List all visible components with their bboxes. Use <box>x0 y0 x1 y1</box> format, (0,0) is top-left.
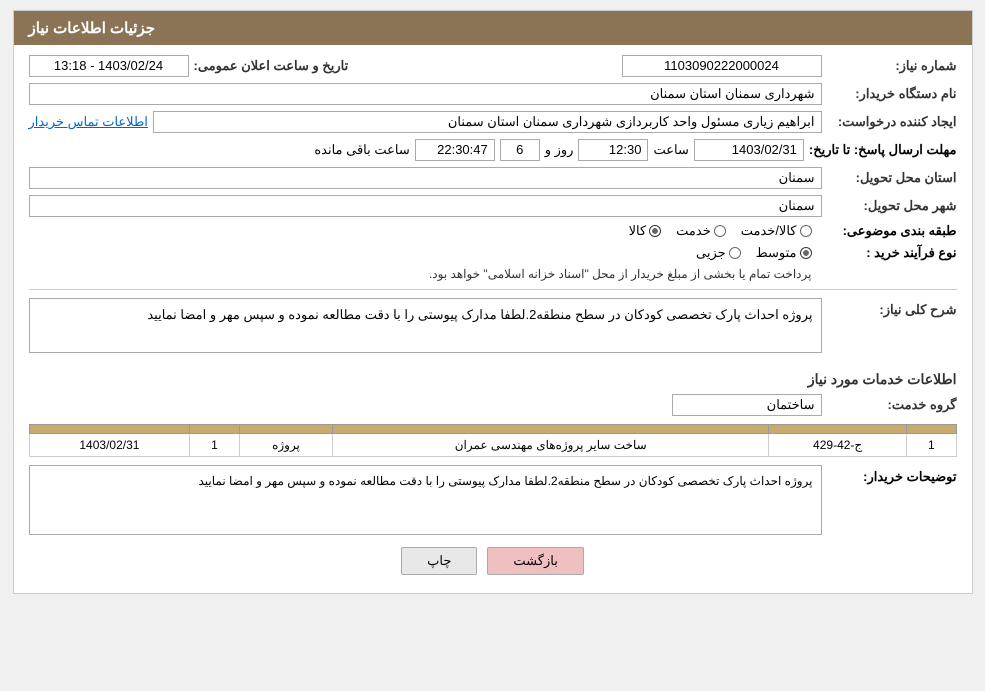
buyer-org-row: نام دستگاه خریدار: شهرداری سمنان استان س… <box>29 83 957 105</box>
purchase-type-option-motavasset-label: متوسط <box>756 245 797 261</box>
purchase-type-option-motavasset[interactable]: متوسط <box>756 245 812 261</box>
purchase-note: پرداخت تمام یا بخشی از مبلغ خریدار از مح… <box>29 267 812 281</box>
col-date <box>29 425 190 434</box>
service-group-value: ساختمان <box>672 394 822 416</box>
category-option-khedmat-label: خدمت <box>676 223 711 239</box>
city-label: شهر محل تحویل: <box>827 198 957 214</box>
deadline-remaining: 22:30:47 <box>415 139 495 161</box>
category-option-kala-khedmat-label: کالا/خدمت <box>741 223 797 239</box>
col-service-code <box>769 425 907 434</box>
deadline-time-label: ساعت <box>653 142 688 158</box>
buyer-notes-value: پروژه احداث پارک تخصصی کودکان در سطح منط… <box>29 465 822 535</box>
service-group-label: گروه خدمت: <box>827 397 957 413</box>
services-title: اطلاعات خدمات مورد نیاز <box>29 371 957 388</box>
city-row: شهر محل تحویل: سمنان <box>29 195 957 217</box>
deadline-days-label: روز و <box>545 142 574 158</box>
general-description-row: شرح کلی نیاز: پروژه احداث پارک تخصصی کود… <box>29 298 957 361</box>
purchase-type-label: نوع فرآیند خرید : <box>827 245 957 261</box>
cell-date: 1403/02/31 <box>29 434 190 457</box>
announcement-time-value: 1403/02/24 - 13:18 <box>29 55 189 77</box>
announcement-time-label: تاریخ و ساعت اعلان عمومی: <box>194 58 349 74</box>
services-table-container: 1ج-42-429ساخت سایر پروژه‌های مهندسی عمرا… <box>29 424 957 457</box>
deadline-time: 12:30 <box>578 139 648 161</box>
deadline-remaining-label: ساعت باقی مانده <box>314 142 409 158</box>
province-row: استان محل تحویل: سمنان <box>29 167 957 189</box>
category-label: طبقه بندی موضوعی: <box>827 223 957 239</box>
divider-1 <box>29 289 957 290</box>
col-count <box>190 425 239 434</box>
category-row: طبقه بندی موضوعی: کالا/خدمت خدمت کالا <box>29 223 957 239</box>
cell-unit: پروژه <box>239 434 333 457</box>
main-container: جزئیات اطلاعات نیاز شماره نیاز: 11030902… <box>13 10 973 594</box>
province-label: استان محل تحویل: <box>827 170 957 186</box>
page-title: جزئیات اطلاعات نیاز <box>29 20 156 37</box>
cell-name: ساخت سایر پروژه‌های مهندسی عمران <box>333 434 769 457</box>
category-radio-kala-icon <box>649 225 661 237</box>
purchase-type-row: نوع فرآیند خرید : متوسط جزیی <box>29 245 957 261</box>
creator-value: ابراهیم زیاری مسئول واحد کاربردازی شهردا… <box>153 111 822 133</box>
content-area: شماره نیاز: 1103090222000024 تاریخ و ساع… <box>14 45 972 593</box>
general-description-label: شرح کلی نیاز: <box>827 298 957 318</box>
deadline-days: 6 <box>500 139 540 161</box>
need-number-label: شماره نیاز: <box>827 58 957 74</box>
category-radio-kala-khedmat-icon <box>800 225 812 237</box>
category-option-khedmat[interactable]: خدمت <box>676 223 726 239</box>
general-description-value: پروژه احداث پارک تخصصی کودکان در سطح منط… <box>29 298 822 353</box>
purchase-type-radio-motavasset-icon <box>800 247 812 259</box>
deadline-label: مهلت ارسال پاسخ: تا تاریخ: <box>809 142 957 158</box>
purchase-type-option-jozii-label: جزیی <box>696 245 726 261</box>
city-value: سمنان <box>29 195 822 217</box>
cell-row: 1 <box>907 434 956 457</box>
back-button[interactable]: بازگشت <box>487 547 583 575</box>
province-value: سمنان <box>29 167 822 189</box>
services-table: 1ج-42-429ساخت سایر پروژه‌های مهندسی عمرا… <box>29 424 957 457</box>
buyer-org-value: شهرداری سمنان استان سمنان <box>29 83 822 105</box>
category-option-kala-khedmat[interactable]: کالا/خدمت <box>741 223 812 239</box>
creator-contact-link[interactable]: اطلاعات تماس خریدار <box>29 114 148 130</box>
buttons-row: بازگشت چاپ <box>29 547 957 575</box>
col-unit <box>239 425 333 434</box>
cell-count: 1 <box>190 434 239 457</box>
category-radio-khedmat-icon <box>714 225 726 237</box>
page-header: جزئیات اطلاعات نیاز <box>14 11 972 45</box>
table-header-row <box>29 425 956 434</box>
category-option-kala-label: کالا <box>629 223 647 239</box>
buyer-org-label: نام دستگاه خریدار: <box>827 86 957 102</box>
deadline-row: مهلت ارسال پاسخ: تا تاریخ: 1403/02/31 سا… <box>29 139 957 161</box>
creator-row: ایجاد کننده درخواست: ابراهیم زیاری مسئول… <box>29 111 957 133</box>
cell-code: ج-42-429 <box>769 434 907 457</box>
col-service-name <box>333 425 769 434</box>
deadline-date: 1403/02/31 <box>694 139 804 161</box>
print-button[interactable]: چاپ <box>401 547 477 575</box>
need-number-value: 1103090222000024 <box>622 55 822 77</box>
buyer-notes-row: توضیحات خریدار: پروژه احداث پارک تخصصی ک… <box>29 465 957 535</box>
col-row-num <box>907 425 956 434</box>
purchase-type-radio-jozii-icon <box>729 247 741 259</box>
buyer-notes-label: توضیحات خریدار: <box>827 465 957 485</box>
need-number-row: شماره نیاز: 1103090222000024 تاریخ و ساع… <box>29 55 957 77</box>
service-group-row: گروه خدمت: ساختمان <box>29 394 957 416</box>
creator-label: ایجاد کننده درخواست: <box>827 114 957 130</box>
table-row: 1ج-42-429ساخت سایر پروژه‌های مهندسی عمرا… <box>29 434 956 457</box>
purchase-type-option-jozii[interactable]: جزیی <box>696 245 741 261</box>
category-option-kala[interactable]: کالا <box>629 223 662 239</box>
